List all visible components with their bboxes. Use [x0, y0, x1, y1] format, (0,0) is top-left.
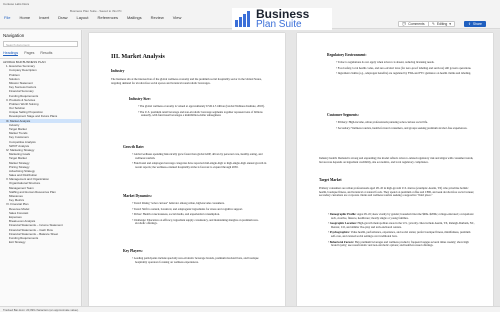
list-item: • Trend: Rising "sober curious" behavior… [132, 201, 225, 205]
document-page-1: III. Market Analysis Industry The busine… [89, 33, 285, 306]
industry-size-heading: Industry Size: [129, 97, 151, 101]
comments-button[interactable]: 💬 Comments [398, 21, 429, 27]
list-item: • Challenge: Education on efficacy, ingr… [132, 217, 259, 226]
title-bar: Contoso Labs Docs [0, 0, 500, 8]
customer-segments-heading: Customer Segments: [327, 113, 359, 117]
editing-mode-button[interactable]: ✎ Editing ▾ [428, 21, 455, 27]
nav-tab-pages[interactable]: Pages [24, 51, 34, 56]
document-title: Business Plan Suite - Saved to this PC [70, 9, 122, 13]
growth-rate-heading: Growth Rate: [123, 145, 145, 149]
list-item: • Primary: High-income, urban profession… [336, 120, 428, 124]
list-item: • Geographic Location: High-growth metro… [328, 221, 475, 229]
share-label: Share [472, 22, 482, 26]
list-item: • Food safety, local health codes, and z… [336, 65, 472, 70]
list-item: • Demographic Profile: Ages 28–45; skew … [328, 212, 475, 220]
key-players-list: • Leading participants include specialty… [129, 256, 267, 264]
comments-label: Comments [408, 22, 425, 26]
target-market-paragraph: Primary consumers are urban professional… [319, 186, 475, 198]
regulatory-list: • Tobacco regulations do not apply when … [333, 60, 475, 76]
chevron-down-icon: ▾ [449, 22, 451, 26]
list-item: • Driver: Health consciousness, social m… [132, 212, 220, 217]
tab-review[interactable]: Review [151, 15, 164, 20]
industry-summary-paragraph: Industry health: Demand is strong and ex… [319, 156, 474, 164]
share-button[interactable]: ⇪ Share [464, 21, 486, 27]
market-dynamics-list: • Trend: Rising "sober curious" behavior… [129, 201, 267, 226]
list-item: • The global wellness economy is valued … [138, 104, 265, 108]
key-players-heading: Key Players: [123, 249, 143, 253]
pencil-icon: ✎ [432, 22, 435, 26]
tab-mailings[interactable]: Mailings [127, 15, 142, 20]
tab-file[interactable]: File [4, 15, 10, 20]
list-item: • Leading participants include specialty… [132, 256, 259, 264]
list-item: • Global wellness spending historically … [132, 152, 263, 160]
list-item: • Behavioral Factors: Buy premium bevera… [328, 239, 469, 248]
regulatory-heading: Regulatory Environment: [327, 53, 367, 57]
list-item-text: Value health, performance, experience, a… [331, 230, 471, 238]
customer-segments-list: • Primary: High-income, urban profession… [333, 120, 475, 130]
bar-chart-logo-icon [235, 10, 253, 28]
list-item: • The U.S. premium retail beverage and n… [138, 109, 263, 118]
status-bar: Tracked Bar.docx: 20,099 characters (an … [0, 306, 500, 312]
business-plan-suite-logo: Business Plan Suite [232, 8, 332, 30]
document-area[interactable]: III. Market Analysis Industry The busine… [83, 30, 500, 306]
comment-icon: 💬 [402, 22, 407, 26]
section-heading: III. Market Analysis [111, 53, 165, 60]
heading-list: AZORAH BAR BUSINESS PLAN 1. Executive Sum… [0, 59, 81, 244]
status-text: Tracked Bar.docx: 20,099 characters (an … [3, 307, 79, 312]
list-item: • Trend: Shift to natural, botanical, an… [132, 206, 243, 211]
editing-label: Editing [436, 22, 448, 26]
market-dynamics-heading: Market Dynamics: [123, 194, 152, 198]
navigation-search-input[interactable]: Search document [3, 41, 78, 47]
app-title: Contoso Labs Docs [3, 2, 30, 6]
logo-subtitle: Plan Suite [256, 19, 302, 30]
ribbon-tabs: File Home Insert Draw Layout References … [4, 15, 181, 20]
list-item: • Tobacco regulations do not apply when … [336, 60, 435, 64]
industry-size-list: • The global wellness economy is valued … [135, 104, 267, 118]
document-page-2: Regulatory Environment: • Tobacco regula… [297, 33, 493, 306]
share-icon: ⇪ [468, 22, 471, 26]
navigation-tabs: Headings Pages Results [0, 49, 81, 59]
industry-heading: Industry [111, 69, 125, 73]
growth-rate-list: • Global wellness spending historically … [129, 152, 267, 169]
nav-tab-results[interactable]: Results [40, 51, 52, 56]
list-item: • Functional and adaptogen beverage cate… [132, 161, 267, 169]
industry-paragraph: The business sits at the intersection of… [111, 77, 262, 85]
list-item: • Secondary: Wellness tourists, health-f… [336, 125, 468, 130]
list-item: • Ingredient claims (e.g., adaptogen ben… [336, 71, 471, 76]
target-market-list: • Demographic Profile: Ages 28–45; skew … [325, 212, 475, 248]
tab-home[interactable]: Home [19, 15, 30, 20]
nav-heading-item[interactable]: Exit Strategy [0, 240, 81, 244]
tab-insert[interactable]: Insert [39, 15, 49, 20]
tab-layout[interactable]: Layout [76, 15, 88, 20]
target-market-heading: Target Market [319, 178, 342, 182]
tab-view[interactable]: View [173, 15, 182, 20]
tab-draw[interactable]: Draw [58, 15, 67, 20]
tab-references[interactable]: References [98, 15, 118, 20]
nav-tab-headings[interactable]: Headings [3, 51, 19, 56]
navigation-title: Navigation [3, 33, 25, 38]
navigation-pane: Navigation Search document Headings Page… [0, 30, 82, 306]
list-item: • Psychographics: Value health, performa… [328, 230, 471, 238]
